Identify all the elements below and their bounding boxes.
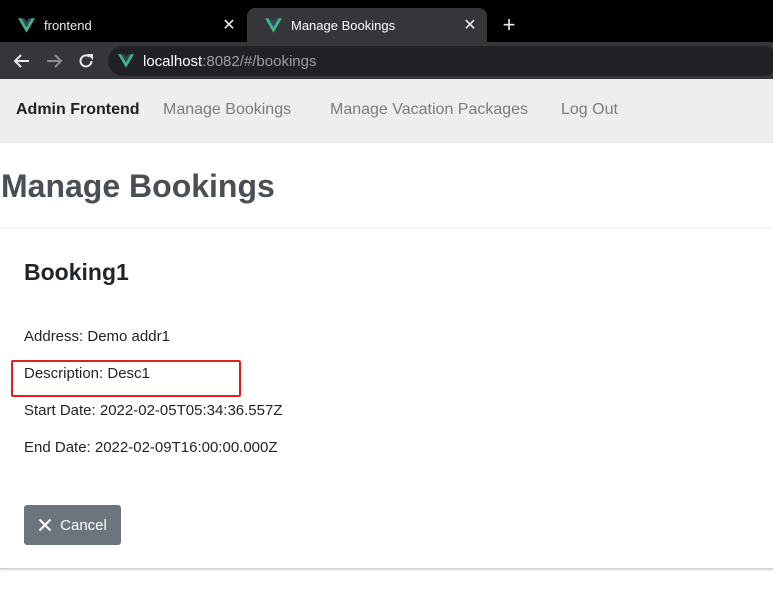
reload-icon bbox=[79, 54, 93, 68]
close-icon bbox=[38, 518, 52, 532]
vue-logo-icon bbox=[18, 17, 35, 33]
browser-tab-strip: frontend ✕ Manage Bookings ✕ + bbox=[0, 0, 773, 42]
nav-link-manage-vacation-packages[interactable]: Manage Vacation Packages bbox=[330, 101, 528, 119]
nav-link-log-out[interactable]: Log Out bbox=[561, 101, 618, 119]
arrow-right-icon bbox=[47, 54, 63, 68]
booking-card: Booking1 Address: Demo addr1 Description… bbox=[0, 228, 773, 569]
new-tab-button[interactable]: + bbox=[498, 12, 520, 38]
vue-logo-icon bbox=[118, 54, 134, 68]
cancel-button[interactable]: Cancel bbox=[24, 505, 121, 545]
tab-title: frontend bbox=[44, 17, 92, 33]
forward-button[interactable] bbox=[41, 48, 67, 74]
cancel-button-label: Cancel bbox=[60, 516, 107, 534]
back-button[interactable] bbox=[9, 48, 35, 74]
reload-button[interactable] bbox=[73, 48, 99, 74]
booking-end-date: End Date: 2022-02-09T16:00:00.000Z bbox=[24, 439, 278, 456]
booking-start-date: Start Date: 2022-02-05T05:34:36.557Z bbox=[24, 402, 283, 419]
booking-address: Address: Demo addr1 bbox=[24, 328, 170, 345]
url-path: :8082/#/bookings bbox=[202, 52, 317, 70]
close-tab-icon[interactable]: ✕ bbox=[218, 14, 240, 36]
tab-title: Manage Bookings bbox=[291, 17, 396, 33]
address-bar[interactable]: localhost:8082/#/bookings bbox=[108, 46, 773, 76]
brand-link[interactable]: Admin Frontend bbox=[16, 101, 140, 119]
app-navbar: Admin Frontend Manage Bookings Manage Va… bbox=[0, 79, 773, 143]
close-tab-icon[interactable]: ✕ bbox=[459, 14, 481, 36]
url-text: localhost:8082/#/bookings bbox=[143, 53, 316, 70]
browser-toolbar: localhost:8082/#/bookings bbox=[0, 42, 773, 79]
page-title: Manage Bookings bbox=[1, 168, 275, 204]
arrow-left-icon bbox=[13, 54, 29, 68]
nav-link-manage-bookings[interactable]: Manage Bookings bbox=[163, 101, 291, 119]
booking-title: Booking1 bbox=[24, 259, 129, 285]
vue-logo-icon bbox=[265, 17, 282, 33]
tab-frontend[interactable]: frontend ✕ bbox=[0, 8, 246, 42]
booking-description: Description: Desc1 bbox=[24, 365, 150, 382]
tab-manage-bookings[interactable]: Manage Bookings ✕ bbox=[247, 8, 487, 42]
url-host: localhost bbox=[143, 52, 203, 70]
